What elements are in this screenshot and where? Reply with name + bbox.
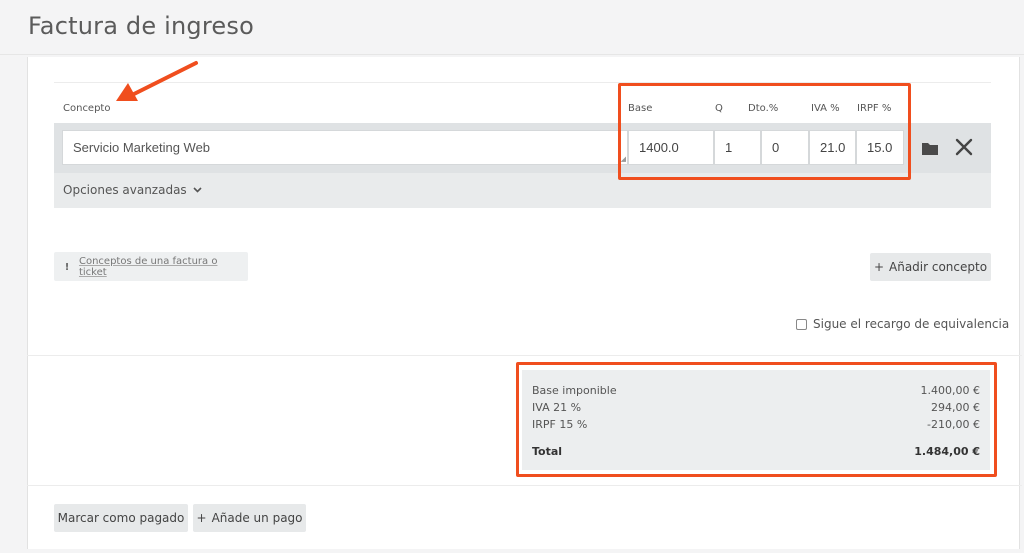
concepto-value: Servicio Marketing Web bbox=[73, 140, 211, 155]
advanced-options-toggle[interactable]: Opciones avanzadas bbox=[63, 183, 202, 197]
plus-icon: + bbox=[873, 260, 884, 274]
help-badge-label: Conceptos de una factura o ticket bbox=[78, 255, 218, 278]
recargo-option[interactable]: Sigue el recargo de equivalencia bbox=[796, 317, 1009, 331]
add-payment-button[interactable]: + Añade un pago bbox=[193, 504, 306, 532]
help-badge[interactable]: ! Conceptos de una factura o ticket bbox=[54, 252, 248, 281]
recargo-label: Sigue el recargo de equivalencia bbox=[813, 317, 1010, 331]
close-icon[interactable] bbox=[954, 137, 974, 157]
exclamation-icon: ! bbox=[64, 261, 70, 273]
middle-divider bbox=[27, 355, 1022, 356]
title-divider bbox=[0, 54, 1024, 55]
chevron-down-icon bbox=[193, 187, 202, 193]
bottom-divider bbox=[27, 485, 1022, 486]
recargo-checkbox[interactable] bbox=[796, 318, 807, 330]
mark-paid-label: Marcar como pagado bbox=[57, 511, 185, 525]
folder-icon[interactable] bbox=[921, 140, 939, 156]
page-bottom-strip bbox=[0, 549, 1024, 553]
annotation-arrow bbox=[116, 61, 198, 101]
add-concept-label: Añadir concepto bbox=[889, 260, 988, 274]
plus-icon: + bbox=[196, 511, 207, 525]
mark-paid-button[interactable]: Marcar como pagado bbox=[54, 504, 188, 532]
add-payment-label: Añade un pago bbox=[211, 511, 303, 525]
concepto-input[interactable]: Servicio Marketing Web ◢ bbox=[62, 130, 628, 165]
page-title: Factura de ingreso bbox=[28, 12, 254, 40]
highlight-totals bbox=[516, 362, 997, 477]
add-concept-button[interactable]: + Añadir concepto bbox=[870, 253, 991, 281]
column-header-concepto: Concepto bbox=[63, 103, 111, 114]
advanced-options-label: Opciones avanzadas bbox=[63, 183, 187, 197]
highlight-line-values bbox=[618, 83, 911, 180]
